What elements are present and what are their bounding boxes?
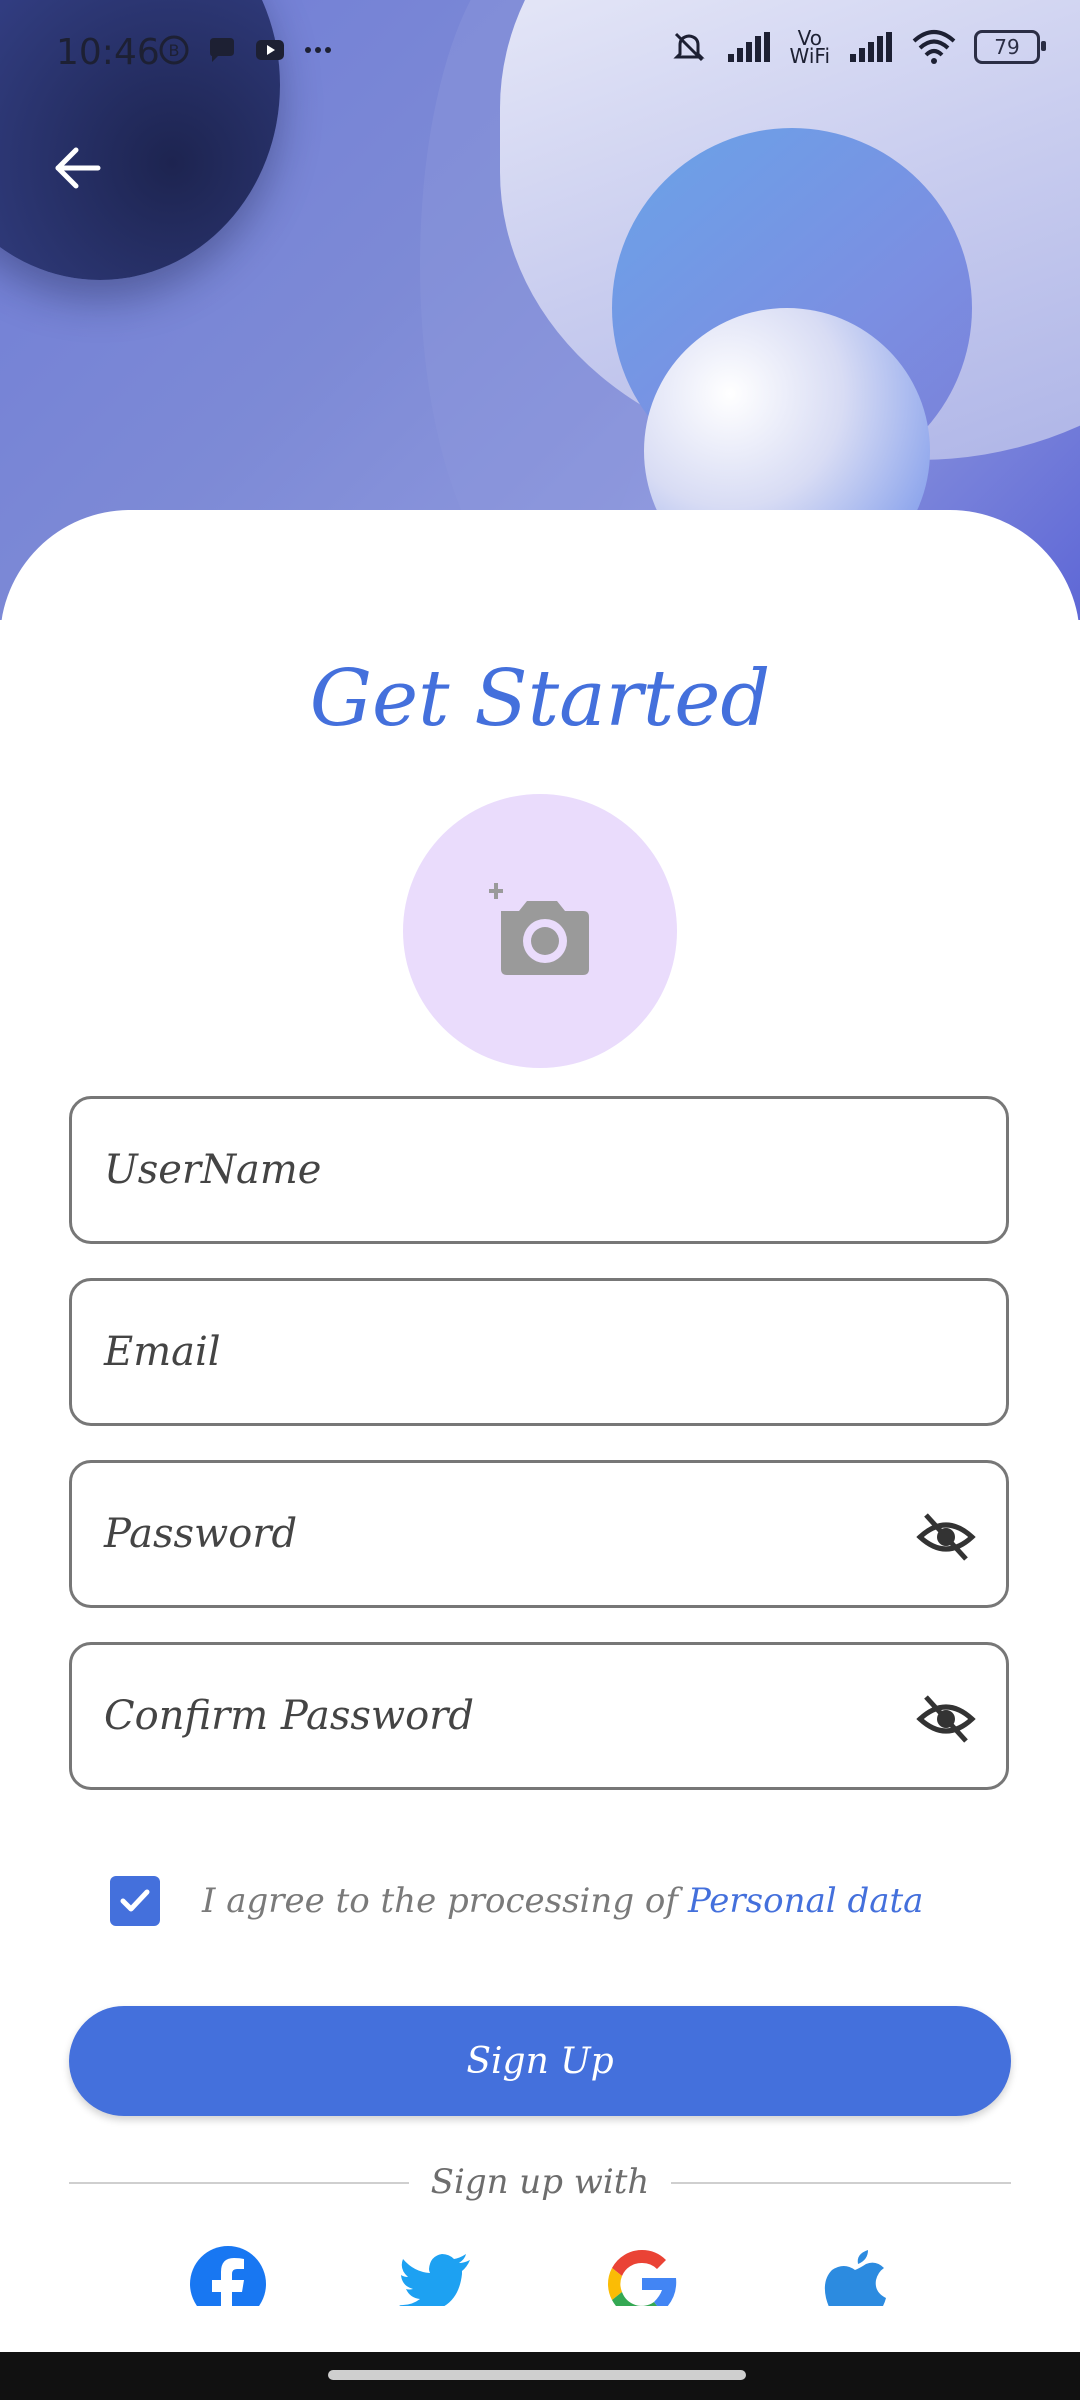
agree-text: I agree to the processing of	[202, 1881, 678, 1921]
more-icon	[305, 47, 331, 53]
mute-bell-icon	[672, 32, 705, 62]
svg-text:B: B	[169, 41, 180, 60]
sign-up-button[interactable]: Sign Up	[69, 2006, 1011, 2116]
b-icon: B	[159, 35, 189, 65]
system-navigation-bar	[0, 2352, 1080, 2400]
wifi-icon	[912, 30, 956, 64]
status-notification-icons: B	[158, 34, 334, 66]
google-icon[interactable]	[602, 2244, 682, 2306]
sign-up-with-label: Sign up with	[430, 2162, 650, 2202]
checkmark-icon	[120, 1889, 150, 1912]
personal-data-link[interactable]: Personal data	[688, 1881, 923, 1921]
vowifi-icon: Vo WiFi	[789, 28, 831, 68]
username-placeholder: UserName	[104, 1147, 322, 1193]
vowifi-bottom: WiFi	[789, 44, 831, 68]
agreement-row: I agree to the processing of Personal da…	[110, 1876, 923, 1926]
password-placeholder: Password	[104, 1511, 298, 1557]
username-field[interactable]: UserName	[69, 1096, 1009, 1244]
agree-checkbox[interactable]	[110, 1876, 160, 1926]
confirm-password-placeholder: Confirm Password	[104, 1693, 474, 1739]
apple-icon[interactable]	[820, 2244, 900, 2306]
youtube-icon	[256, 40, 284, 60]
sign-up-with-divider: Sign up with	[69, 2162, 1011, 2202]
eye-off-icon[interactable]	[916, 1689, 976, 1749]
battery-level: 79	[994, 35, 1020, 59]
signal-icon	[850, 32, 892, 62]
chat-icon	[210, 38, 234, 62]
status-time: 10:46	[56, 32, 160, 73]
facebook-icon[interactable]	[188, 2244, 268, 2306]
signal-icon	[727, 32, 770, 62]
home-gesture-handle[interactable]	[328, 2370, 746, 2380]
eye-off-icon[interactable]	[916, 1507, 976, 1567]
status-system-icons: Vo WiFi 79	[670, 28, 1046, 68]
profile-photo-button[interactable]	[403, 794, 677, 1068]
password-field[interactable]: Password	[69, 1460, 1009, 1608]
confirm-password-field[interactable]: Confirm Password	[69, 1642, 1009, 1790]
arrow-left-icon[interactable]	[50, 140, 106, 196]
email-field[interactable]: Email	[69, 1278, 1009, 1426]
add-camera-icon	[489, 883, 589, 975]
battery-icon: 79	[974, 30, 1046, 64]
page-title: Get Started	[309, 654, 771, 744]
twitter-icon[interactable]	[396, 2244, 476, 2306]
status-bar: 10:46 B Vo WiFi 79	[0, 0, 1080, 108]
email-placeholder: Email	[104, 1329, 221, 1375]
